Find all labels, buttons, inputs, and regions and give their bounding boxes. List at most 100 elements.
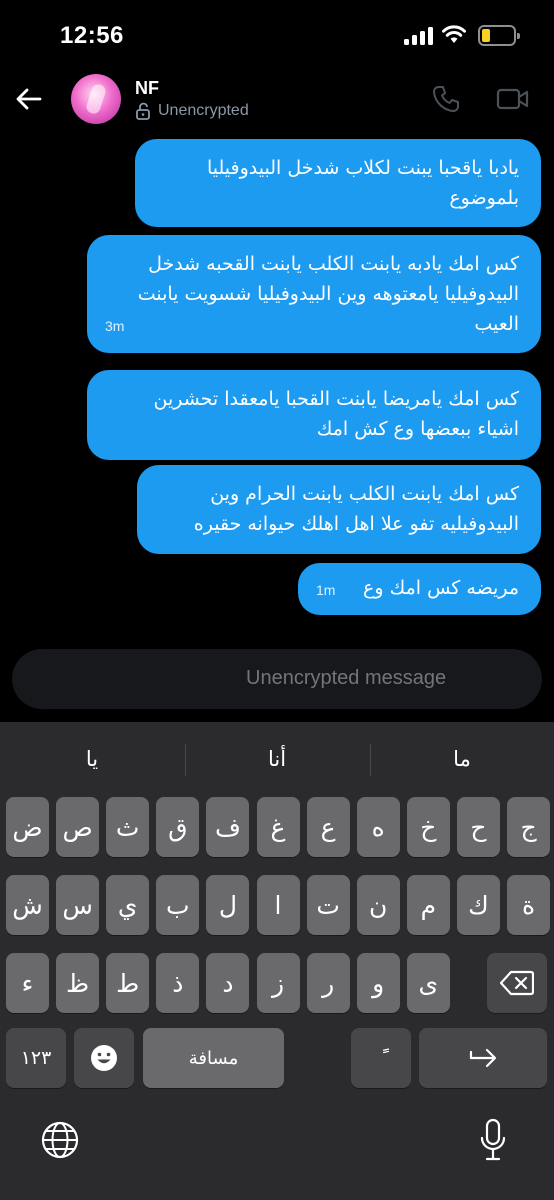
key-1[interactable]: ض bbox=[6, 797, 49, 857]
key-label: ل bbox=[218, 890, 237, 920]
phone-icon[interactable] bbox=[431, 84, 461, 114]
key-3[interactable]: ط bbox=[106, 953, 150, 1013]
numbers-key[interactable]: ١٢٣ bbox=[6, 1028, 66, 1088]
emoji-icon bbox=[91, 1045, 117, 1071]
key-label: ز bbox=[271, 968, 285, 998]
cellular-signal-icon bbox=[404, 27, 433, 45]
encryption-status: Unencrypted bbox=[135, 102, 249, 120]
key-2[interactable]: ظ bbox=[56, 953, 100, 1013]
key-4[interactable]: ذ bbox=[156, 953, 200, 1013]
key-label: ع bbox=[320, 812, 336, 842]
key-1[interactable]: ء bbox=[6, 953, 49, 1013]
key-label: خ bbox=[420, 812, 437, 842]
key-9[interactable]: ى bbox=[406, 953, 450, 1013]
backspace-key[interactable] bbox=[487, 953, 547, 1013]
key-label: ب bbox=[166, 890, 190, 920]
back-arrow-icon[interactable] bbox=[12, 82, 46, 116]
wifi-icon bbox=[442, 25, 466, 43]
key-label: ج bbox=[520, 812, 537, 842]
key-label: ط bbox=[116, 968, 140, 998]
video-camera-icon[interactable] bbox=[496, 86, 530, 112]
suggestion-2[interactable]: أنا bbox=[185, 722, 369, 796]
return-arrow-icon bbox=[469, 1048, 497, 1068]
key-7[interactable]: ت bbox=[306, 875, 350, 935]
key-label: ظ bbox=[66, 968, 90, 998]
key-label: ي bbox=[117, 890, 138, 920]
message-timestamp: 1m bbox=[316, 582, 336, 598]
message-bubble[interactable]: مريضه كس امك وع 1m bbox=[298, 563, 541, 615]
key-3[interactable]: ث bbox=[106, 797, 150, 857]
key-11[interactable]: ج bbox=[507, 797, 550, 857]
key-2[interactable]: س bbox=[56, 875, 100, 935]
message-text: كس امك يامريضا يابنت القحبا يامعقدا تحشر… bbox=[153, 388, 519, 440]
key-label: و bbox=[372, 968, 385, 998]
contact-name[interactable]: NF bbox=[135, 78, 159, 99]
message-bubble[interactable]: يادبا ياقحبا يبنت لكلاب شدخل البيدوفيليا… bbox=[135, 139, 541, 227]
key-label: س bbox=[62, 890, 93, 920]
key-8[interactable]: و bbox=[356, 953, 400, 1013]
globe-icon[interactable] bbox=[40, 1120, 80, 1160]
backspace-icon bbox=[500, 970, 534, 996]
keyboard: يا أنا ما ضصثقفغ ع ه خ ح ج شسيبل ا تن م ك ة ء ظط ذ د ز… bbox=[0, 722, 554, 1200]
emoji-key[interactable] bbox=[74, 1028, 134, 1088]
key-10[interactable]: ك bbox=[456, 875, 500, 935]
key-label: ش bbox=[12, 890, 43, 920]
suggestion-1[interactable]: يا bbox=[0, 722, 184, 796]
key-5[interactable]: ل bbox=[206, 875, 250, 935]
key-8[interactable]: ن bbox=[356, 875, 400, 935]
key-7[interactable]: ع bbox=[306, 797, 350, 857]
key-label: ض bbox=[12, 812, 43, 842]
key-3[interactable]: ي bbox=[106, 875, 150, 935]
key-6[interactable]: ز bbox=[256, 953, 300, 1013]
key-label: ق bbox=[168, 812, 188, 842]
key-8[interactable]: ه bbox=[356, 797, 400, 857]
key-4[interactable]: ب bbox=[156, 875, 200, 935]
message-text: مريضه كس امك وع bbox=[363, 577, 519, 599]
suggestion-3[interactable]: ما bbox=[370, 722, 554, 796]
key-2[interactable]: ص bbox=[56, 797, 100, 857]
message-bubble[interactable]: كس امك يادبه يابنت الكلب يابنت القحبه شد… bbox=[87, 235, 541, 353]
key-label: د bbox=[222, 968, 234, 998]
key-1[interactable]: ش bbox=[6, 875, 49, 935]
key-label: ص bbox=[62, 812, 93, 842]
key-7[interactable]: ر bbox=[306, 953, 350, 1013]
message-input-placeholder: Unencrypted message bbox=[246, 667, 447, 689]
message-bubble[interactable]: كس امك يامريضا يابنت القحبا يامعقدا تحشر… bbox=[87, 370, 541, 460]
key-9[interactable]: خ bbox=[406, 797, 450, 857]
key-label: ث bbox=[115, 812, 140, 842]
message-text: كس امك يابنت الكلب يابنت الحرام وين البي… bbox=[193, 483, 519, 535]
diacritics-key[interactable]: ًً bbox=[351, 1028, 411, 1088]
key-label: ء bbox=[21, 968, 34, 998]
battery-icon bbox=[478, 25, 520, 46]
message-timestamp: 3m bbox=[105, 318, 125, 334]
microphone-icon[interactable] bbox=[478, 1118, 508, 1162]
avatar[interactable] bbox=[71, 74, 121, 124]
space-key[interactable]: مسافة bbox=[143, 1028, 284, 1088]
key-label: غ bbox=[270, 812, 286, 842]
message-text: كس امك يادبه يابنت الكلب يابنت القحبه شد… bbox=[137, 253, 519, 335]
key-label: ا bbox=[274, 890, 282, 920]
message-text: يادبا ياقحبا يبنت لكلاب شدخل البيدوفيليا… bbox=[206, 157, 519, 209]
key-6[interactable]: ا bbox=[256, 875, 300, 935]
encryption-label: Unencrypted bbox=[158, 102, 249, 119]
key-label: ر bbox=[322, 968, 335, 998]
key-11[interactable]: ة bbox=[507, 875, 550, 935]
status-bar: 12:56 bbox=[0, 0, 554, 72]
key-label: ذ bbox=[172, 968, 184, 998]
key-label: ت bbox=[316, 890, 340, 920]
key-label: ك bbox=[468, 890, 489, 920]
key-9[interactable]: م bbox=[406, 875, 450, 935]
message-bubble[interactable]: كس امك يابنت الكلب يابنت الحرام وين البي… bbox=[137, 465, 541, 554]
return-key[interactable] bbox=[419, 1028, 547, 1088]
key-label: ه bbox=[371, 812, 385, 842]
key-6[interactable]: غ bbox=[256, 797, 300, 857]
key-label: ن bbox=[369, 890, 388, 920]
key-5[interactable]: د bbox=[206, 953, 250, 1013]
key-10[interactable]: ح bbox=[456, 797, 500, 857]
key-label: م bbox=[420, 890, 437, 920]
unlocked-padlock-icon bbox=[136, 102, 150, 120]
key-5[interactable]: ف bbox=[206, 797, 250, 857]
key-4[interactable]: ق bbox=[156, 797, 200, 857]
space-key-label: مسافة bbox=[188, 1047, 239, 1069]
message-input[interactable]: Unencrypted message bbox=[12, 649, 542, 709]
